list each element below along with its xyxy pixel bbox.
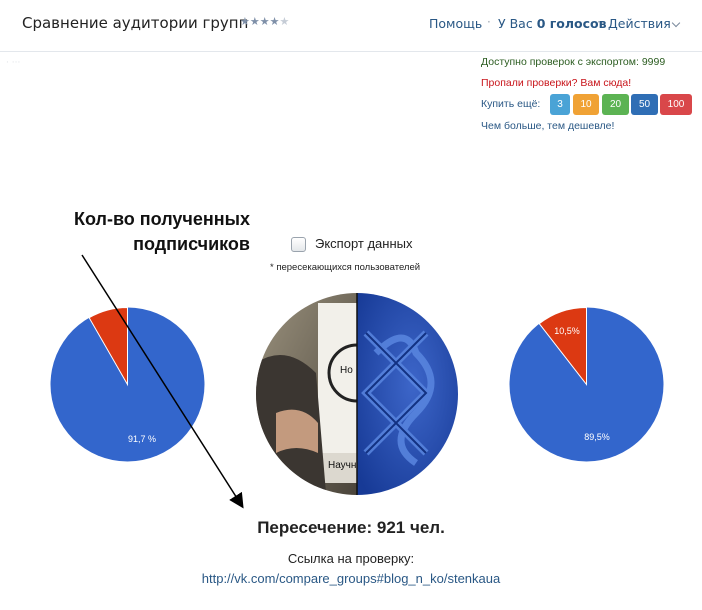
buy-more-label: Купить ещё: [481, 98, 541, 110]
star-icon: ★ [269, 15, 280, 28]
nav-separator: · [487, 15, 491, 29]
faint-text: · ··· [6, 58, 21, 68]
votes-link[interactable]: У Вас 0 голосов [498, 16, 607, 31]
cheaper-note: Чем больше, тем дешевле! [481, 120, 615, 132]
buy-100-button[interactable]: 100 [660, 94, 692, 115]
avatar-text-1: Но [340, 365, 353, 376]
annotation-line-1: Кол-во полученных [73, 209, 250, 229]
buy-3-button[interactable]: 3 [550, 94, 570, 115]
export-checkbox[interactable] [291, 237, 306, 252]
check-link-label: Ссылка на проверку: [287, 551, 415, 566]
votes-prefix: У Вас [498, 16, 533, 31]
annotation-line-2: подписчиков [133, 234, 250, 254]
star-icon: ★ [240, 15, 250, 28]
nav-separator: · [597, 15, 601, 29]
group-2-pie-chart: 89,5% 10,5% [509, 307, 664, 462]
intersection-result: Пересечение: 921 чел. [257, 518, 445, 537]
page-header: Сравнение аудитории групп ★★★★★ Помощь ·… [0, 0, 702, 52]
groups-avatar: Но Научн [256, 293, 458, 495]
lost-checks-link[interactable]: Пропали проверки? Вам сюда! [481, 77, 631, 89]
actions-menu[interactable]: Действия [608, 16, 671, 31]
star-empty-icon: ★ [279, 15, 290, 28]
rating-stars[interactable]: ★★★★★ [240, 15, 289, 28]
chevron-down-icon[interactable] [671, 18, 681, 28]
buy-10-button[interactable]: 10 [573, 94, 599, 115]
available-checks-value: 9999 [641, 56, 666, 68]
star-icon: ★ [259, 15, 270, 28]
app-title: Сравнение аудитории групп [22, 14, 249, 32]
group-1-pie-chart: 91,7 % [50, 307, 205, 462]
export-checkbox-label[interactable]: Экспорт данных [315, 236, 412, 251]
available-checks-label: Доступно проверок с экспортом: [481, 56, 639, 68]
help-link[interactable]: Помощь [429, 16, 482, 31]
buy-50-button[interactable]: 50 [631, 94, 658, 115]
pie-label-minor: 10,5% [554, 326, 580, 336]
star-icon: ★ [249, 15, 260, 28]
buy-20-button[interactable]: 20 [602, 94, 629, 115]
pie-label-main: 89,5% [584, 432, 610, 442]
check-link[interactable]: http://vk.com/compare_groups#blog_n_ko/s… [0, 571, 702, 586]
pie-label-main: 91,7 % [128, 434, 156, 444]
intersecting-users-note: * пересекающихся пользователей [270, 262, 421, 273]
avatar-text-2: Научн [328, 460, 356, 471]
annotation-text: Кол-во полученных подписчиков [0, 207, 250, 257]
available-checks: Доступно проверок с экспортом: 9999 [481, 56, 665, 68]
